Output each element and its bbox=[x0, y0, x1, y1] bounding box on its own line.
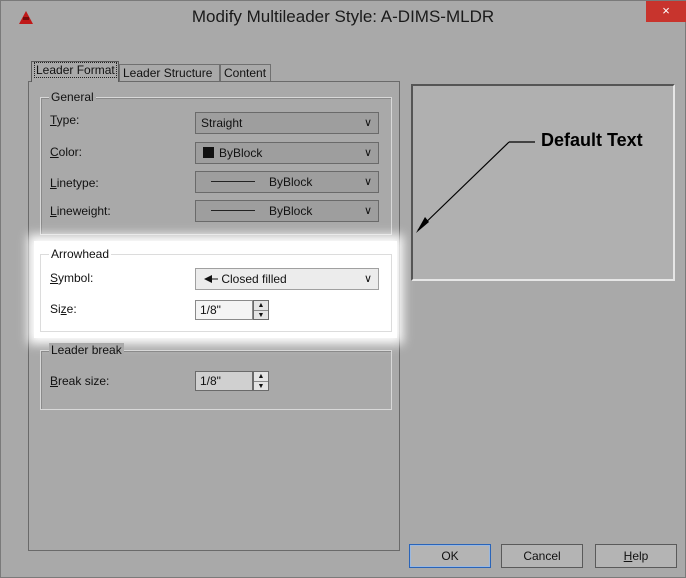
closed-filled-arrow-icon bbox=[204, 275, 218, 283]
tab-leader-format-label: Leader Format bbox=[34, 62, 117, 78]
chevron-down-icon[interactable]: ∨ bbox=[362, 175, 374, 189]
color-value: ByBlock bbox=[219, 146, 263, 160]
chevron-down-icon[interactable]: ∨ bbox=[362, 272, 374, 286]
color-swatch bbox=[203, 147, 214, 158]
tab-leader-structure-label: Leader Structure bbox=[123, 66, 213, 80]
type-label-text: ype: bbox=[56, 113, 80, 127]
lineweight-label-text: ineweight: bbox=[56, 204, 111, 218]
tab-leader-structure[interactable]: Leader Structure bbox=[119, 64, 220, 82]
modify-multileader-style-dialog: Modify Multileader Style: A-DIMS-MLDR × … bbox=[0, 0, 686, 578]
general-group-title: General bbox=[49, 90, 96, 104]
break-size-label-text: reak size: bbox=[58, 374, 110, 388]
arrowhead-group-title: Arrowhead bbox=[49, 247, 112, 261]
arrowhead-size-spinner[interactable]: 1/8" ▲ ▼ bbox=[195, 300, 271, 320]
leader-preview-graphic bbox=[416, 141, 535, 233]
symbol-label: Symbol: bbox=[50, 271, 94, 285]
tab-leader-format[interactable]: Leader Format bbox=[31, 61, 119, 82]
tab-content[interactable]: Content bbox=[220, 64, 271, 82]
break-size-spinner[interactable]: 1/8" ▲ ▼ bbox=[195, 371, 271, 391]
arrowhead-group: Arrowhead bbox=[40, 247, 392, 332]
type-select[interactable]: Straight ∨ bbox=[195, 112, 379, 134]
type-value: Straight bbox=[201, 116, 243, 130]
linetype-value: ByBlock bbox=[269, 175, 313, 189]
arrowhead-symbol-value: Closed filled bbox=[221, 272, 287, 286]
help-button[interactable]: Help bbox=[595, 544, 677, 568]
close-button[interactable]: × bbox=[646, 1, 686, 22]
lineweight-sample bbox=[211, 210, 255, 211]
help-button-label-rest: elp bbox=[632, 549, 649, 563]
chevron-down-icon[interactable]: ∨ bbox=[362, 116, 374, 130]
chevron-down-icon[interactable]: ∨ bbox=[362, 204, 374, 218]
type-label: Type: bbox=[50, 113, 80, 127]
spin-up-icon[interactable]: ▲ bbox=[254, 301, 268, 310]
linetype-label-text: inetype: bbox=[56, 176, 99, 190]
arrowhead-symbol-select[interactable]: Closed filled ∨ bbox=[195, 268, 379, 290]
lineweight-label: Lineweight: bbox=[50, 204, 111, 218]
arrowhead-size-spin-buttons[interactable]: ▲ ▼ bbox=[253, 300, 269, 320]
color-select[interactable]: ByBlock ∨ bbox=[195, 142, 379, 164]
size-label: Size: bbox=[50, 302, 77, 316]
size-label-text-b: e: bbox=[66, 302, 77, 316]
break-size-spin-buttons[interactable]: ▲ ▼ bbox=[253, 371, 269, 391]
cancel-button[interactable]: Cancel bbox=[501, 544, 583, 568]
tab-content-label: Content bbox=[224, 66, 267, 80]
lineweight-select[interactable]: ByBlock ∨ bbox=[195, 200, 379, 222]
color-label-text: olor: bbox=[58, 145, 83, 159]
lineweight-value: ByBlock bbox=[269, 204, 313, 218]
leader-break-group-title: Leader break bbox=[49, 343, 124, 357]
break-size-input[interactable]: 1/8" bbox=[195, 371, 253, 391]
spin-down-icon[interactable]: ▼ bbox=[254, 381, 268, 390]
linetype-select[interactable]: ByBlock ∨ bbox=[195, 171, 379, 193]
preview-default-text: Default Text bbox=[541, 130, 643, 150]
size-label-text-a: Si bbox=[50, 302, 61, 316]
chevron-down-icon[interactable]: ∨ bbox=[362, 146, 374, 160]
break-size-label: Break size: bbox=[50, 374, 110, 388]
linetype-label: Linetype: bbox=[50, 176, 99, 190]
spin-down-icon[interactable]: ▼ bbox=[254, 310, 268, 319]
title-bar[interactable]: Modify Multileader Style: A-DIMS-MLDR × bbox=[1, 1, 686, 35]
window-title: Modify Multileader Style: A-DIMS-MLDR bbox=[191, 7, 495, 26]
symbol-label-text: ymbol: bbox=[58, 271, 94, 285]
leader-preview: Default Text bbox=[411, 84, 675, 281]
linetype-sample bbox=[211, 181, 255, 182]
spin-up-icon[interactable]: ▲ bbox=[254, 372, 268, 381]
color-label: Color: bbox=[50, 145, 83, 159]
ok-button[interactable]: OK bbox=[409, 544, 491, 568]
arrowhead-size-input[interactable]: 1/8" bbox=[195, 300, 253, 320]
